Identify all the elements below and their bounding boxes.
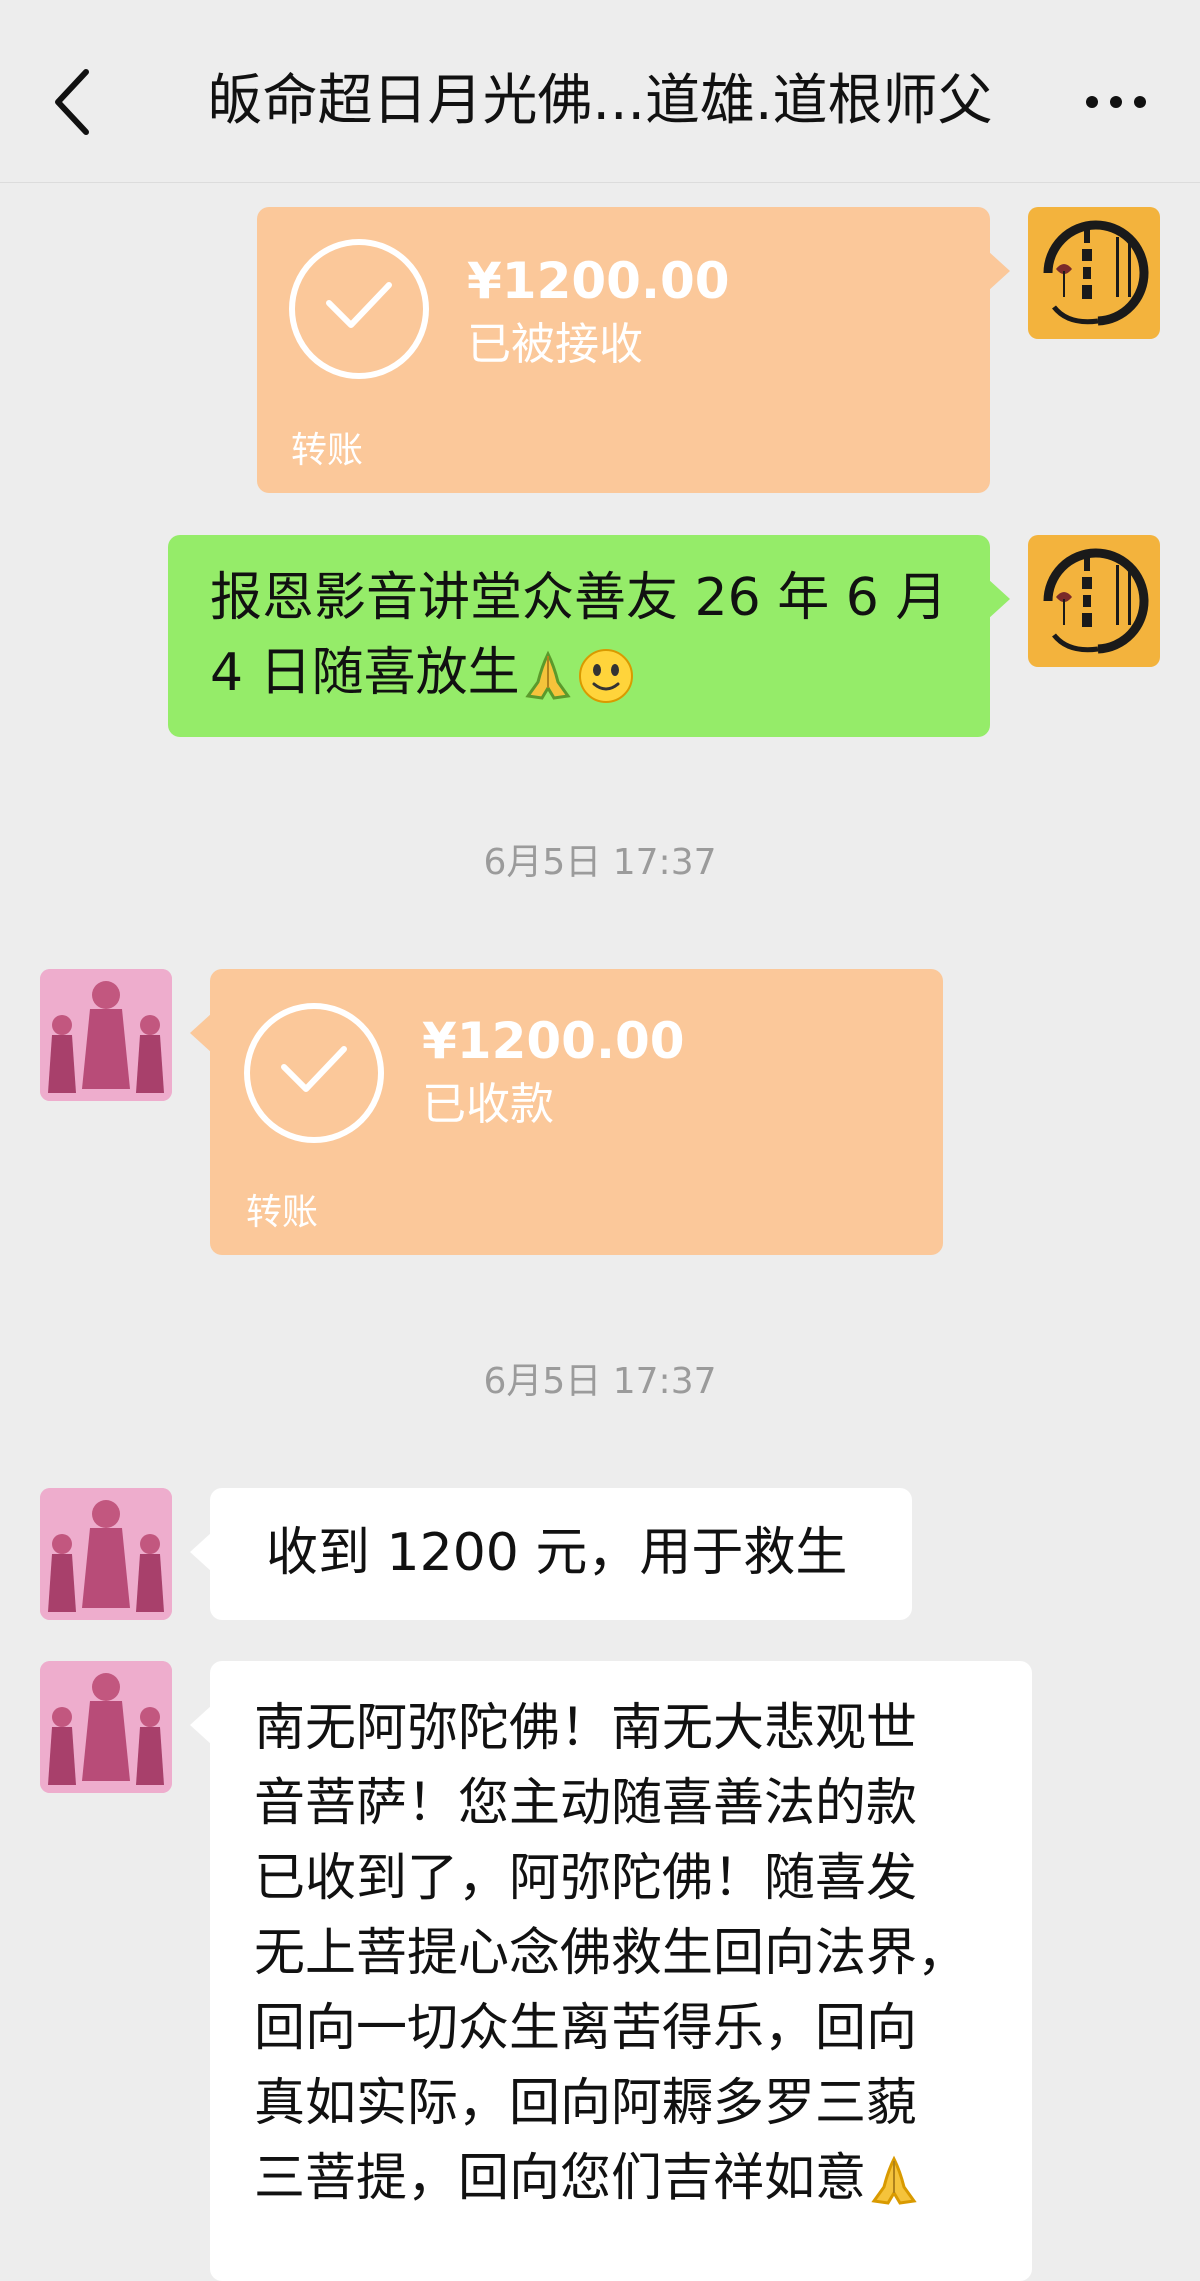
transfer-card-sent[interactable]: ¥1200.00 已被接收 转账 — [257, 207, 1010, 493]
transfer-amount: ¥1200.00 — [422, 1012, 685, 1070]
buddha-image-icon — [40, 1488, 172, 1620]
more-options-icon[interactable] — [1080, 80, 1152, 124]
buddha-image-icon — [40, 1661, 172, 1793]
message-line: 回向一切众生离苦得乐，回向 — [254, 1999, 918, 2058]
lotus-logo-icon — [1028, 207, 1160, 339]
buddha-image-icon — [40, 969, 172, 1101]
message-line: 音菩萨！您主动随喜善法的款 — [254, 1774, 918, 1833]
transfer-status: 已收款 — [422, 1079, 554, 1130]
check-circle-icon — [244, 1003, 384, 1143]
my-avatar[interactable] — [1028, 535, 1160, 667]
my-avatar[interactable] — [1028, 207, 1160, 339]
message-line: 无上菩提心念佛救生回向法界， — [254, 1924, 969, 1983]
back-chevron-icon[interactable] — [48, 66, 96, 138]
sent-text-bubble[interactable]: 报恩影音讲堂众善友 26 年 6 月 4 日随喜放生 — [168, 535, 1010, 737]
transfer-card-received[interactable]: ¥1200.00 已收款 转账 — [190, 969, 943, 1255]
message-text: 收到 1200 元，用于救生 — [266, 1523, 848, 1583]
praying-hands-icon — [524, 650, 571, 700]
transfer-label: 转账 — [291, 430, 364, 471]
praying-hands-icon — [871, 2155, 917, 2205]
message-timestamp: 6月5日 17:37 — [483, 842, 717, 883]
message-text-line: 4 日随喜放生 — [210, 636, 948, 711]
message-text: 4 日随喜放生 — [210, 643, 520, 703]
received-long-text-bubble[interactable]: 南无阿弥陀佛！南无大悲观世 音菩萨！您主动随喜善法的款 已收到了，阿弥陀佛！随喜… — [190, 1661, 1032, 2281]
smiley-face-icon — [578, 649, 633, 703]
check-circle-icon — [289, 239, 429, 379]
chat-header: 皈命超日月光佛...道雄.道根师父 — [0, 0, 1200, 183]
chat-title: 皈命超日月光佛...道雄.道根师父 — [207, 68, 993, 132]
transfer-status: 已被接收 — [467, 319, 643, 370]
message-line: 真如实际，回向阿耨多罗三藐 — [254, 2074, 918, 2133]
transfer-amount: ¥1200.00 — [467, 252, 730, 310]
message-timestamp: 6月5日 17:37 — [483, 1361, 717, 1402]
message-text-line: 报恩影音讲堂众善友 26 年 6 月 — [210, 568, 948, 628]
message-line: 已收到了，阿弥陀佛！随喜发 — [254, 1849, 918, 1908]
contact-avatar[interactable] — [40, 1488, 172, 1620]
lotus-logo-icon — [1028, 535, 1160, 667]
message-line: 三菩提，回向您们吉祥如意 — [254, 2141, 988, 2216]
message-line: 南无阿弥陀佛！南无大悲观世 — [254, 1699, 918, 1758]
message-text: 三菩提，回向您们吉祥如意 — [254, 2149, 867, 2208]
contact-avatar[interactable] — [40, 1661, 172, 1793]
received-text-bubble[interactable]: 收到 1200 元，用于救生 — [190, 1488, 912, 1620]
contact-avatar[interactable] — [40, 969, 172, 1101]
transfer-label: 转账 — [246, 1192, 319, 1233]
